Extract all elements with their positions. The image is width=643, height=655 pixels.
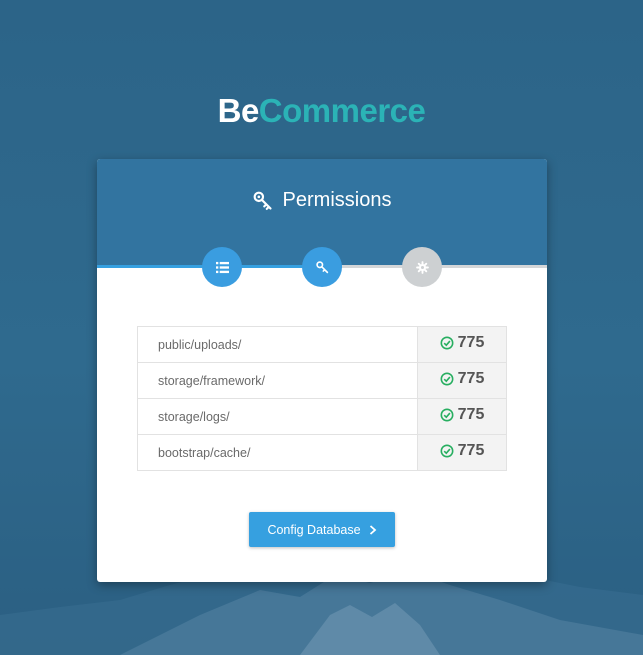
installer-card: Permissions public/uploads/775 storage/fr…	[97, 159, 547, 582]
permission-value-cell: 775	[417, 326, 507, 363]
check-circle-icon	[440, 444, 454, 458]
brand-part-2: Commerce	[258, 92, 426, 129]
config-database-label: Config Database	[267, 522, 361, 537]
check-circle-icon	[440, 336, 454, 350]
permission-row: storage/framework/775	[137, 362, 507, 399]
permission-value-cell: 775	[417, 362, 507, 399]
card-title-text: Permissions	[282, 189, 392, 211]
permission-value: 775	[457, 442, 485, 459]
check-circle-icon	[440, 372, 454, 386]
step-settings[interactable]	[402, 247, 442, 287]
check-circle-icon	[440, 408, 454, 422]
list-icon	[215, 261, 229, 273]
brand-logo: BeCommerce	[0, 92, 643, 130]
step-permissions[interactable]	[302, 247, 342, 287]
chevron-right-icon	[369, 524, 376, 535]
permission-value: 775	[457, 370, 485, 387]
step-requirements[interactable]	[202, 247, 242, 287]
permission-path: storage/logs/	[137, 398, 418, 435]
permission-path: bootstrap/cache/	[137, 434, 418, 471]
permissions-table: public/uploads/775 storage/framework/775 s…	[137, 326, 507, 471]
permission-value: 775	[457, 334, 485, 351]
permission-row: public/uploads/775	[137, 326, 507, 363]
permission-row: storage/logs/775	[137, 398, 507, 435]
config-database-button[interactable]: Config Database	[249, 512, 395, 547]
key-icon	[315, 260, 328, 273]
permission-value: 775	[457, 406, 485, 423]
key-icon	[253, 191, 272, 210]
permission-value-cell: 775	[417, 434, 507, 471]
permission-path: public/uploads/	[137, 326, 418, 363]
gear-icon	[415, 260, 429, 274]
permission-value-cell: 775	[417, 398, 507, 435]
card-title: Permissions	[97, 189, 547, 212]
permission-path: storage/framework/	[137, 362, 418, 399]
brand-part-1: Be	[217, 92, 260, 129]
permission-row: bootstrap/cache/775	[137, 434, 507, 471]
